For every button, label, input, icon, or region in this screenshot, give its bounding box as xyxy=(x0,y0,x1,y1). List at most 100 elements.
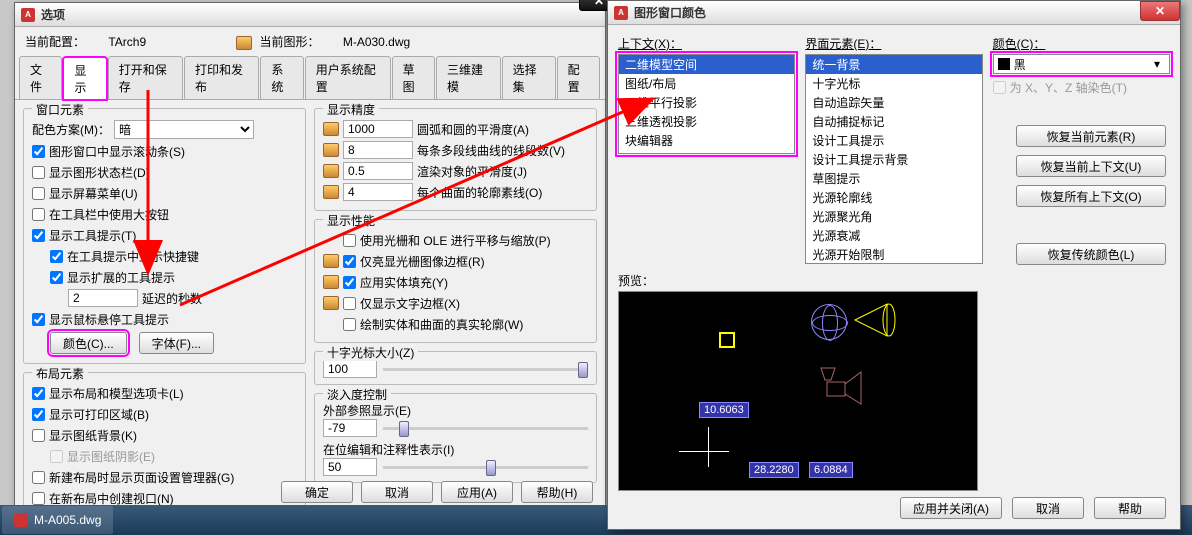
colors-button[interactable]: 颜色(C)... xyxy=(50,332,127,354)
taskbar-item-label: M-A005.dwg xyxy=(34,513,101,527)
inp-cross[interactable] xyxy=(323,360,377,378)
cancel-button[interactable]: 取消 xyxy=(1012,497,1084,519)
chk-big-btn[interactable] xyxy=(32,208,45,221)
group-fade: 淡入度控制 外部参照显示(E) 在位编辑和注释性表示(I) xyxy=(314,393,597,483)
inp-xref[interactable] xyxy=(323,419,377,437)
chk-tooltips[interactable] xyxy=(32,229,45,242)
tab-plot[interactable]: 打印和发布 xyxy=(184,56,259,99)
chk-extended[interactable] xyxy=(50,271,63,284)
context-item[interactable]: 二维模型空间 xyxy=(619,55,794,74)
chk-shortcut[interactable] xyxy=(50,250,63,263)
element-item[interactable]: 设计工具提示 xyxy=(806,131,981,150)
chk-paper-bg[interactable] xyxy=(32,429,45,442)
fonts-button[interactable]: 字体(F)... xyxy=(139,332,214,354)
lbl-new-layout: 新建布局时显示页面设置管理器(G) xyxy=(49,469,234,486)
slider-annot[interactable] xyxy=(383,466,588,469)
element-item[interactable]: 光源轮廓线 xyxy=(806,188,981,207)
ok-button[interactable]: 确定 xyxy=(281,481,353,503)
element-item[interactable]: 统一背景 xyxy=(806,55,981,74)
lbl-fill: 应用实体填充(Y) xyxy=(360,274,448,291)
element-item[interactable]: 设计工具提示背景 xyxy=(806,150,981,169)
tab-select[interactable]: 选择集 xyxy=(502,56,556,99)
lbl-hraster: 仅亮显光栅图像边框(R) xyxy=(360,253,485,270)
element-item[interactable]: 自动追踪矢量 xyxy=(806,93,981,112)
group-title-fade: 淡入度控制 xyxy=(323,386,391,403)
restore-legacy-button[interactable]: 恢复传统颜色(L) xyxy=(1016,243,1166,265)
element-item[interactable]: 草图提示 xyxy=(806,169,981,188)
chk-fill[interactable] xyxy=(343,276,356,289)
context-item[interactable]: 三维透视投影 xyxy=(619,112,794,131)
apply-button[interactable]: 应用(A) xyxy=(441,481,513,503)
chk-create-vp[interactable] xyxy=(32,492,45,505)
context-item[interactable]: 三维平行投影 xyxy=(619,93,794,112)
chk-text-frame[interactable] xyxy=(343,297,356,310)
drawing-value: M-A030.dwg xyxy=(343,35,410,49)
cancel-button[interactable]: 取消 xyxy=(361,481,433,503)
tab-system[interactable]: 系统 xyxy=(260,56,303,99)
chk-highlight-raster[interactable] xyxy=(343,255,356,268)
light-cone-icon xyxy=(853,300,897,340)
slider-xref[interactable] xyxy=(383,427,588,430)
help-button[interactable]: 帮助 xyxy=(1094,497,1166,519)
lbl-mouse-tip: 显示鼠标悬停工具提示 xyxy=(49,311,169,328)
restore-context-button[interactable]: 恢复当前上下文(U) xyxy=(1016,155,1166,177)
restore-all-button[interactable]: 恢复所有上下文(O) xyxy=(1016,185,1166,207)
taskbar-item[interactable]: M-A005.dwg xyxy=(2,506,113,534)
chk-layout-tabs[interactable] xyxy=(32,387,45,400)
inp-render[interactable] xyxy=(343,162,413,180)
tab-files[interactable]: 文件 xyxy=(19,56,62,99)
context-item[interactable]: 块编辑器 xyxy=(619,131,794,150)
chk-true-sil[interactable] xyxy=(343,318,356,331)
readout-a: 10.6063 xyxy=(699,402,749,418)
colors-title: 图形窗口颜色 xyxy=(634,4,706,21)
element-item[interactable]: 光源开始限制 xyxy=(806,245,981,264)
options-titlebar[interactable]: A 选项 ✕ xyxy=(15,3,605,27)
group-title-precision: 显示精度 xyxy=(323,101,379,118)
tab-3d[interactable]: 三维建模 xyxy=(436,56,501,99)
group-title-perf: 显示性能 xyxy=(323,212,379,229)
restore-element-button[interactable]: 恢复当前元素(R) xyxy=(1016,125,1166,147)
tab-open-save[interactable]: 打开和保存 xyxy=(108,56,183,99)
chk-scroll[interactable] xyxy=(32,145,45,158)
color-combo[interactable]: 黑 ▾ xyxy=(993,54,1170,74)
group-precision: 显示精度 圆弧和圆的平滑度(A) 每条多段线曲线的线段数(V) 渲染对象的平滑度… xyxy=(314,108,597,211)
element-listbox[interactable]: 统一背景十字光标自动追踪矢量自动捕捉标记设计工具提示设计工具提示背景草图提示光源… xyxy=(805,54,982,264)
context-listbox[interactable]: 二维模型空间图纸/布局三维平行投影三维透视投影块编辑器命令行打印预览 xyxy=(618,54,795,154)
lbl-screen-menu: 显示屏幕菜单(U) xyxy=(49,185,138,202)
element-item[interactable]: 自动捕捉标记 xyxy=(806,112,981,131)
delay-input[interactable] xyxy=(68,289,138,307)
apply-close-button[interactable]: 应用并关闭(A) xyxy=(900,497,1002,519)
element-item[interactable]: 十字光标 xyxy=(806,74,981,93)
config-row: 当前配置： TArch9 当前图形： M-A030.dwg xyxy=(15,27,605,56)
element-item[interactable]: 光源聚光角 xyxy=(806,207,981,226)
color-label: 颜色(C)： xyxy=(993,35,1170,52)
perf-icon xyxy=(323,254,339,268)
tab-user[interactable]: 用户系统配置 xyxy=(305,56,391,99)
chk-printable[interactable] xyxy=(32,408,45,421)
inp-arc[interactable] xyxy=(343,120,413,138)
chk-mouse-tip[interactable] xyxy=(32,313,45,326)
colors-titlebar[interactable]: A 图形窗口颜色 ✕ xyxy=(608,1,1180,25)
chk-raster-pan[interactable] xyxy=(343,234,356,247)
context-item[interactable]: 命令行 xyxy=(619,150,794,154)
readout-b: 28.2280 xyxy=(749,462,799,478)
inp-annot[interactable] xyxy=(323,458,377,476)
inp-poly[interactable] xyxy=(343,141,413,159)
chk-new-layout[interactable] xyxy=(32,471,45,484)
tab-display[interactable]: 显示 xyxy=(63,57,106,100)
color-scheme-select[interactable]: 暗 xyxy=(114,120,254,139)
close-icon[interactable]: ✕ xyxy=(1140,1,1180,21)
chk-state[interactable] xyxy=(32,166,45,179)
element-item[interactable]: 光源衰减 xyxy=(806,226,981,245)
slider-cross[interactable] xyxy=(383,368,588,371)
context-item[interactable]: 图纸/布局 xyxy=(619,74,794,93)
chk-screen-menu[interactable] xyxy=(32,187,45,200)
group-window-elements: 窗口元素 配色方案(M)： 暗 图形窗口中显示滚动条(S) 显示图形状态栏(D)… xyxy=(23,108,306,364)
help-button[interactable]: 帮助(H) xyxy=(521,481,593,503)
tab-draft[interactable]: 草图 xyxy=(392,56,435,99)
app-icon: A xyxy=(614,6,628,20)
lbl-annot: 在位编辑和注释性表示(I) xyxy=(323,441,588,458)
inp-surf[interactable] xyxy=(343,183,413,201)
chk-paper-shadow xyxy=(50,450,63,463)
tab-profiles[interactable]: 配置 xyxy=(557,56,600,99)
